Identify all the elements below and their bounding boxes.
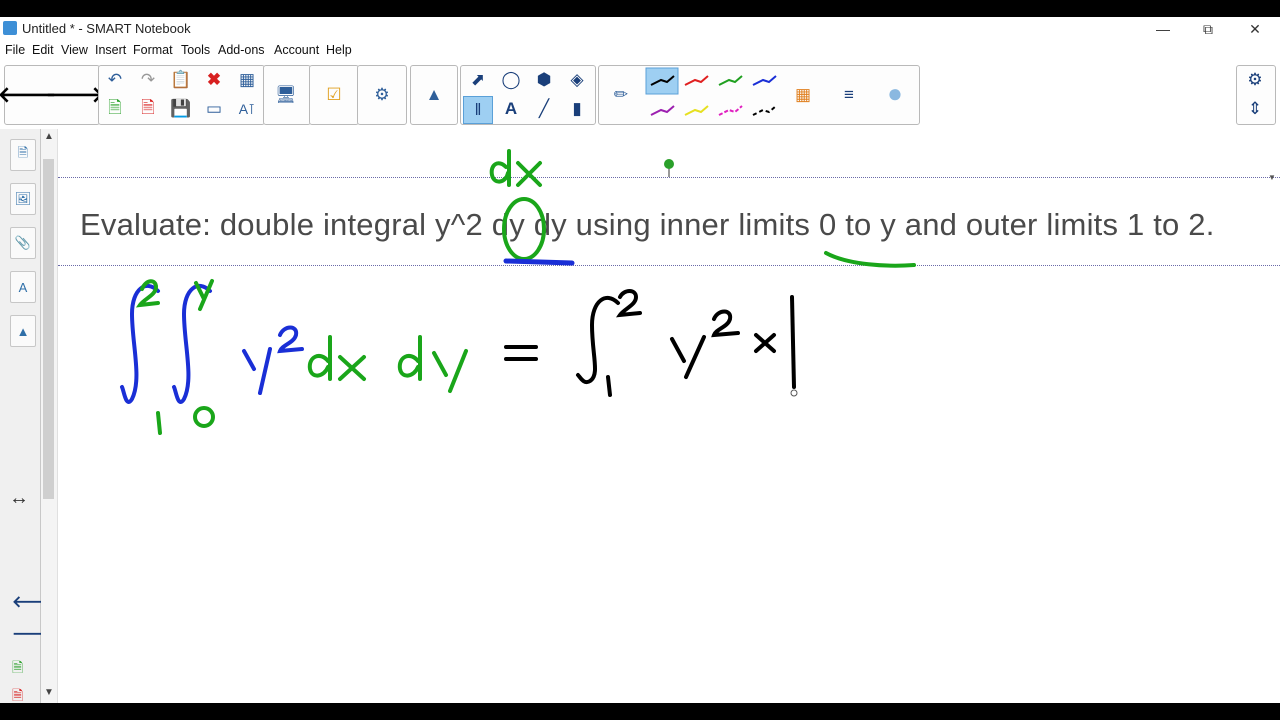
- close-icon[interactable]: ✕: [1240, 19, 1270, 39]
- back-arrow-icon[interactable]: 🡐: [0, 82, 57, 108]
- ink-dx-above: [489, 149, 511, 187]
- settings-gear-icon[interactable]: ⚙: [1241, 67, 1269, 93]
- measurement-icon[interactable]: ‖: [463, 96, 493, 124]
- gallery-icon[interactable]: 🖼: [10, 183, 36, 215]
- main-toolbar: 🡐 🡒 ↶ ↷ 📋 ✖ ▦ 🗎 🗎 💾 ▭ A⊺ 🖥 ☑ ⚙ ▲ ⬈ ◯ ⬢ ◈…: [0, 63, 1280, 129]
- ink-y-squared: [242, 347, 272, 395]
- ink-integral-rhs: [576, 296, 620, 385]
- nav-group: 🡐 🡒: [0, 65, 105, 125]
- add-page-side-icon[interactable]: 🗎: [12, 657, 23, 681]
- redo-icon[interactable]: ↷: [134, 67, 162, 93]
- settings-group: ⚙ ⇕: [1236, 65, 1276, 125]
- color-palette-icon[interactable]: ▦: [789, 82, 817, 108]
- screen-shade-icon[interactable]: ▭: [200, 96, 228, 122]
- tools-group: ⬈ ◯ ⬢ ◈ ‖ A ╱ ▮: [460, 65, 596, 125]
- ink-dy: [397, 335, 422, 381]
- ink-layer: [120, 149, 916, 435]
- ink-eval-bar: [790, 295, 796, 389]
- scroll-down-icon[interactable]: ▼: [44, 687, 54, 698]
- forward-arrow-icon[interactable]: 🡒: [46, 82, 105, 108]
- menu-account[interactable]: Account: [274, 43, 319, 57]
- title-bar: Untitled * - SMART Notebook — ⧉ ✕: [0, 17, 1280, 41]
- menu-edit[interactable]: Edit: [32, 43, 54, 57]
- table-icon[interactable]: ▦: [233, 67, 261, 93]
- paste-icon[interactable]: 📋: [167, 67, 195, 93]
- menu-tools[interactable]: Tools: [181, 43, 210, 57]
- add-page-icon[interactable]: 🗎: [101, 96, 129, 122]
- app-icon: [3, 21, 17, 35]
- menu-file[interactable]: File: [5, 43, 25, 57]
- ink-circle-dy: [502, 197, 546, 261]
- fill-icon[interactable]: ◈: [563, 67, 591, 93]
- menu-format[interactable]: Format: [133, 43, 173, 57]
- camera-group: 🖥: [263, 65, 311, 125]
- ink-equals: [504, 345, 538, 361]
- menu-view[interactable]: View: [61, 43, 88, 57]
- line-icon[interactable]: ╱: [530, 96, 558, 122]
- text-icon[interactable]: A: [497, 96, 525, 122]
- vertical-scrollbar[interactable]: ▲ ▼: [41, 129, 58, 703]
- line-style-icon[interactable]: ≡: [835, 82, 863, 108]
- pen-icon[interactable]: ✏: [607, 82, 635, 108]
- attachments-icon[interactable]: 📎: [10, 227, 36, 259]
- restore-icon[interactable]: ⧉: [1193, 19, 1223, 39]
- window-title: Untitled * - SMART Notebook: [22, 21, 191, 36]
- ink-dx: [307, 335, 332, 381]
- edit-group: ↶ ↷ 📋 ✖ ▦ 🗎 🗎 💾 ▭ A⊺: [98, 65, 265, 125]
- move-sidebar-icon[interactable]: ↔: [9, 487, 29, 510]
- transparency-icon[interactable]: ●: [881, 78, 909, 108]
- page-sorter-icon[interactable]: 🗎: [10, 139, 36, 171]
- response-group: ☑: [309, 65, 359, 125]
- select-icon[interactable]: ⬈: [464, 67, 492, 93]
- menu-help[interactable]: Help: [326, 43, 352, 57]
- delete-page-side-icon[interactable]: 🗎: [12, 685, 23, 709]
- delete-icon[interactable]: ✖: [200, 67, 228, 93]
- toolbar-move-icon[interactable]: ⇕: [1241, 96, 1269, 122]
- ink-green-underline: [824, 251, 916, 268]
- menu-insert[interactable]: Insert: [95, 43, 126, 57]
- ink-integral-inner: [172, 284, 212, 404]
- shapes-icon[interactable]: ◯: [497, 67, 525, 93]
- puzzle-group: ▲: [410, 65, 458, 125]
- properties-icon[interactable]: A⊺: [233, 96, 261, 122]
- smart-notebook-window: Untitled * - SMART Notebook — ⧉ ✕ File E…: [0, 17, 1280, 703]
- addon-icon[interactable]: ⚙: [368, 82, 396, 108]
- response-icon[interactable]: ☑: [320, 82, 348, 108]
- undo-icon[interactable]: ↶: [101, 67, 129, 93]
- addon-group: ⚙: [357, 65, 407, 125]
- pen-group: ✏ ▦ ≡ ●: [598, 65, 920, 125]
- save-icon[interactable]: 💾: [167, 96, 195, 122]
- regular-polygon-icon[interactable]: ⬢: [530, 67, 558, 93]
- pen-color-swatches[interactable]: [645, 66, 795, 124]
- rotate-handle-icon: [664, 159, 674, 169]
- properties-tab-icon[interactable]: A: [10, 271, 36, 303]
- minimize-icon[interactable]: —: [1148, 19, 1178, 39]
- whiteboard-canvas[interactable]: ▼ Evaluate: double integral y^2 dy dy us…: [58, 129, 1280, 703]
- puzzle-icon[interactable]: ▲: [420, 82, 448, 108]
- ink-blue-underline: [503, 258, 575, 266]
- scroll-up-icon[interactable]: ▲: [44, 131, 54, 142]
- scroll-thumb[interactable]: [43, 159, 54, 499]
- eraser-icon[interactable]: ▮: [563, 96, 591, 122]
- ink-rhs-y2x: [670, 335, 706, 379]
- addons-tab-icon[interactable]: ▲: [10, 315, 36, 347]
- menu-bar: File Edit View Insert Format Tools Add-o…: [0, 41, 1280, 61]
- document-camera-icon[interactable]: 🖥: [272, 82, 300, 108]
- menu-addons[interactable]: Add-ons: [218, 43, 265, 57]
- delete-page-icon[interactable]: 🗎: [134, 96, 162, 122]
- side-panel: 🗎 🖼 📎 A ▲ ↔ 🡐 🡒 🗎 🗎: [0, 129, 55, 703]
